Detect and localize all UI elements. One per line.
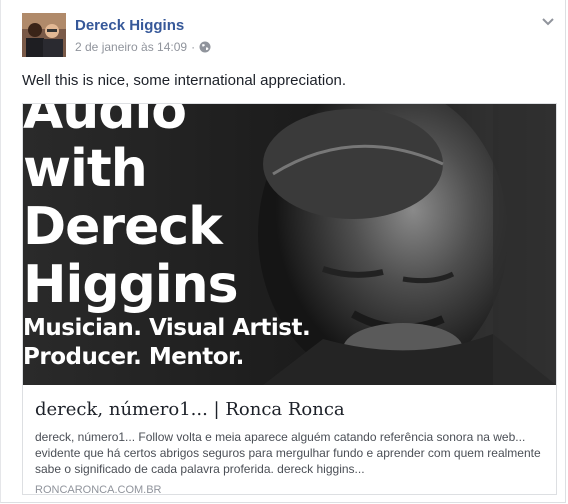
overlay-line: Musician. Visual Artist. <box>23 315 311 341</box>
shared-link-card[interactable]: Audio with Dereck Higgins Musician. Visu… <box>22 103 557 496</box>
overlay-line: Dereck <box>23 197 223 257</box>
meta-separator: · <box>191 40 196 54</box>
overlay-line: Higgins <box>23 255 239 315</box>
chevron-down-icon[interactable] <box>541 14 555 32</box>
post-message: Well this is nice, some international ap… <box>22 72 347 89</box>
link-title[interactable]: dereck, número1... | Ronca Ronca <box>35 399 345 420</box>
overlay-line: Producer. Mentor. <box>23 344 244 370</box>
link-description: dereck, número1... Follow volta e meia a… <box>35 430 541 476</box>
globe-icon[interactable] <box>199 41 211 56</box>
overlay-line: with <box>23 139 148 199</box>
link-caption[interactable]: dereck, número1... | Ronca Ronca dereck,… <box>23 385 556 496</box>
avatar[interactable] <box>22 13 66 57</box>
post-author-name[interactable]: Dereck Higgins <box>75 17 184 34</box>
link-domain: RONCARONCA.COM.BR <box>35 484 162 496</box>
overlay-line: Audio <box>23 104 187 141</box>
feed-post: Dereck Higgins 2 de janeiro às 14:09 · We… <box>0 0 566 503</box>
post-meta: 2 de janeiro às 14:09 · <box>75 40 211 56</box>
image-overlay-text: Audio with Dereck Higgins Musician. Visu… <box>23 104 311 372</box>
link-preview-image[interactable]: Audio with Dereck Higgins Musician. Visu… <box>23 104 556 385</box>
post-timestamp[interactable]: 2 de janeiro às 14:09 <box>75 40 187 54</box>
